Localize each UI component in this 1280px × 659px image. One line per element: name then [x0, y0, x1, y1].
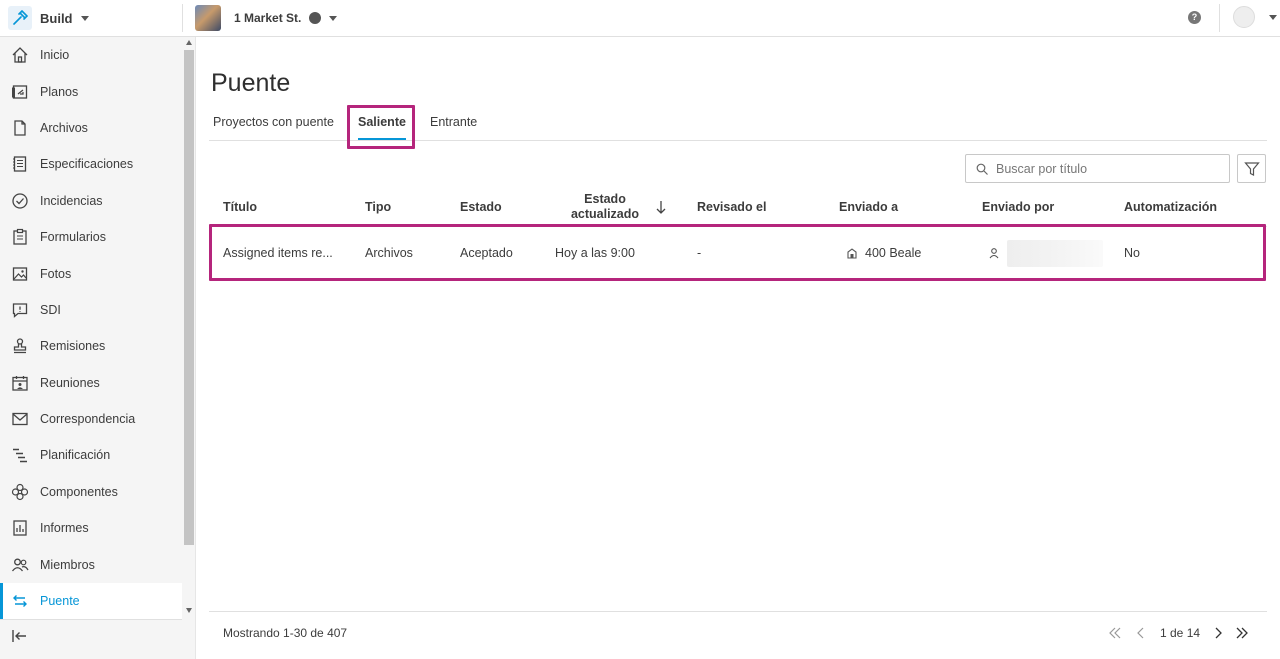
top-bar: Build 1 Market St. ?: [0, 0, 1280, 37]
sidebar-item-label: Componentes: [40, 484, 118, 499]
main-content: Puente Proyectos con puente Saliente Ent…: [197, 37, 1280, 659]
last-page-icon[interactable]: [1235, 626, 1249, 640]
column-header-enviado-por[interactable]: Enviado por: [982, 187, 1054, 227]
project-thumbnail: [195, 5, 221, 31]
sidebar-item-formularios[interactable]: Formularios: [0, 219, 182, 255]
hammer-icon: [8, 6, 32, 30]
sidebar-item-sdi[interactable]: SDI: [0, 292, 182, 328]
tab-proyectos-con-puente[interactable]: Proyectos con puente: [213, 103, 334, 141]
app-switcher[interactable]: Build: [0, 0, 182, 36]
project-selector[interactable]: 1 Market St.: [195, 2, 338, 34]
schedule-icon: [11, 446, 29, 464]
components-icon: [11, 483, 29, 501]
column-header-tipo[interactable]: Tipo: [365, 187, 391, 227]
sidebar: Inicio Planos Archivos Especificaciones …: [0, 37, 196, 659]
column-header-titulo[interactable]: Título: [223, 187, 257, 227]
sheets-icon: [11, 83, 29, 101]
submittals-icon: [11, 337, 29, 355]
globe-icon: [309, 12, 322, 24]
sidebar-item-label: Puente: [40, 594, 80, 609]
sidebar-item-correspondencia[interactable]: Correspondencia: [0, 401, 182, 437]
sidebar-item-label: Inicio: [40, 48, 70, 63]
sidebar-item-label: Incidencias: [40, 193, 103, 208]
app-name: Build: [40, 10, 73, 26]
chevron-down-icon[interactable]: [1269, 15, 1277, 20]
column-header-enviado-a[interactable]: Enviado a: [839, 187, 898, 227]
column-header-automatizacion[interactable]: Automatización: [1124, 187, 1217, 227]
meetings-icon: [11, 374, 29, 392]
sidebar-item-incidencias[interactable]: Incidencias: [0, 183, 182, 219]
sidebar-item-label: Correspondencia: [40, 412, 136, 427]
column-header-estado-actualizado[interactable]: Estado actualizado: [565, 187, 645, 227]
highlight-box-row: [209, 224, 1266, 281]
sidebar-item-label: Remisiones: [40, 339, 106, 354]
sidebar-item-especificaciones[interactable]: Especificaciones: [0, 146, 182, 182]
specifications-icon: [11, 155, 29, 173]
sidebar-item-label: Planos: [40, 84, 79, 99]
sidebar-item-label: Especificaciones: [40, 157, 134, 172]
sort-descending-icon[interactable]: [655, 199, 667, 215]
sidebar-item-archivos[interactable]: Archivos: [0, 110, 182, 146]
bridge-icon: [11, 592, 29, 610]
sidebar-item-planos[interactable]: Planos: [0, 73, 182, 109]
members-icon: [11, 556, 29, 574]
sidebar-item-miembros[interactable]: Miembros: [0, 546, 182, 582]
page-title: Puente: [211, 69, 291, 97]
scrollbar-thumb[interactable]: [184, 50, 194, 545]
reports-icon: [11, 519, 29, 537]
project-name: 1 Market St.: [234, 11, 302, 25]
home-icon: [11, 46, 29, 64]
pagination: 1 de 14: [197, 624, 1280, 642]
forms-icon: [11, 228, 29, 246]
photos-icon: [11, 265, 29, 283]
divider: [0, 619, 182, 620]
scroll-up-icon[interactable]: [186, 40, 192, 45]
file-icon: [11, 119, 29, 137]
sidebar-item-label: Planificación: [40, 448, 111, 463]
filter-icon: [1243, 161, 1260, 176]
sidebar-item-componentes[interactable]: Componentes: [0, 474, 182, 510]
page-indicator: 1 de 14: [1160, 626, 1201, 640]
sidebar-item-remisiones[interactable]: Remisiones: [0, 328, 182, 364]
first-page-icon[interactable]: [1108, 626, 1122, 640]
sidebar-item-puente[interactable]: Puente: [0, 582, 182, 620]
next-page-icon[interactable]: [1211, 626, 1225, 640]
chevron-down-icon: [80, 15, 89, 21]
sidebar-nav: Inicio Planos Archivos Especificaciones …: [0, 37, 182, 620]
table-header: Título Tipo Estado Estado actualizado Re…: [209, 187, 1267, 227]
highlight-box-tab: [347, 105, 415, 149]
issues-icon: [11, 192, 29, 210]
sidebar-item-inicio[interactable]: Inicio: [0, 37, 182, 73]
rfi-icon: [11, 301, 29, 319]
sidebar-item-planificacion[interactable]: Planificación: [0, 437, 182, 473]
column-header-estado[interactable]: Estado: [460, 187, 502, 227]
sidebar-item-fotos[interactable]: Fotos: [0, 255, 182, 291]
tab-entrante[interactable]: Entrante: [430, 103, 477, 141]
collapse-sidebar-icon[interactable]: [11, 627, 29, 645]
search-icon: [976, 163, 988, 175]
sidebar-item-reuniones[interactable]: Reuniones: [0, 365, 182, 401]
avatar[interactable]: [1233, 6, 1255, 28]
divider: [1219, 4, 1220, 32]
sidebar-item-label: SDI: [40, 302, 61, 317]
search-input[interactable]: [996, 161, 1216, 176]
help-icon[interactable]: ?: [1188, 11, 1201, 24]
sidebar-scrollbar[interactable]: [184, 40, 194, 618]
sidebar-item-label: Reuniones: [40, 375, 100, 390]
sidebar-item-label: Informes: [40, 521, 89, 536]
sidebar-item-label: Formularios: [40, 230, 106, 245]
sidebar-item-label: Fotos: [40, 266, 72, 281]
filter-button[interactable]: [1237, 154, 1266, 183]
previous-page-icon[interactable]: [1134, 626, 1148, 640]
chevron-down-icon: [329, 15, 338, 21]
column-header-revisado-el[interactable]: Revisado el: [697, 187, 766, 227]
sidebar-item-label: Miembros: [40, 557, 95, 572]
scroll-down-icon[interactable]: [186, 608, 192, 613]
sidebar-item-informes[interactable]: Informes: [0, 510, 182, 546]
mail-icon: [11, 410, 29, 428]
divider: [209, 611, 1267, 612]
divider: [182, 4, 183, 32]
sidebar-item-label: Archivos: [40, 120, 88, 135]
search-field[interactable]: [965, 154, 1230, 183]
